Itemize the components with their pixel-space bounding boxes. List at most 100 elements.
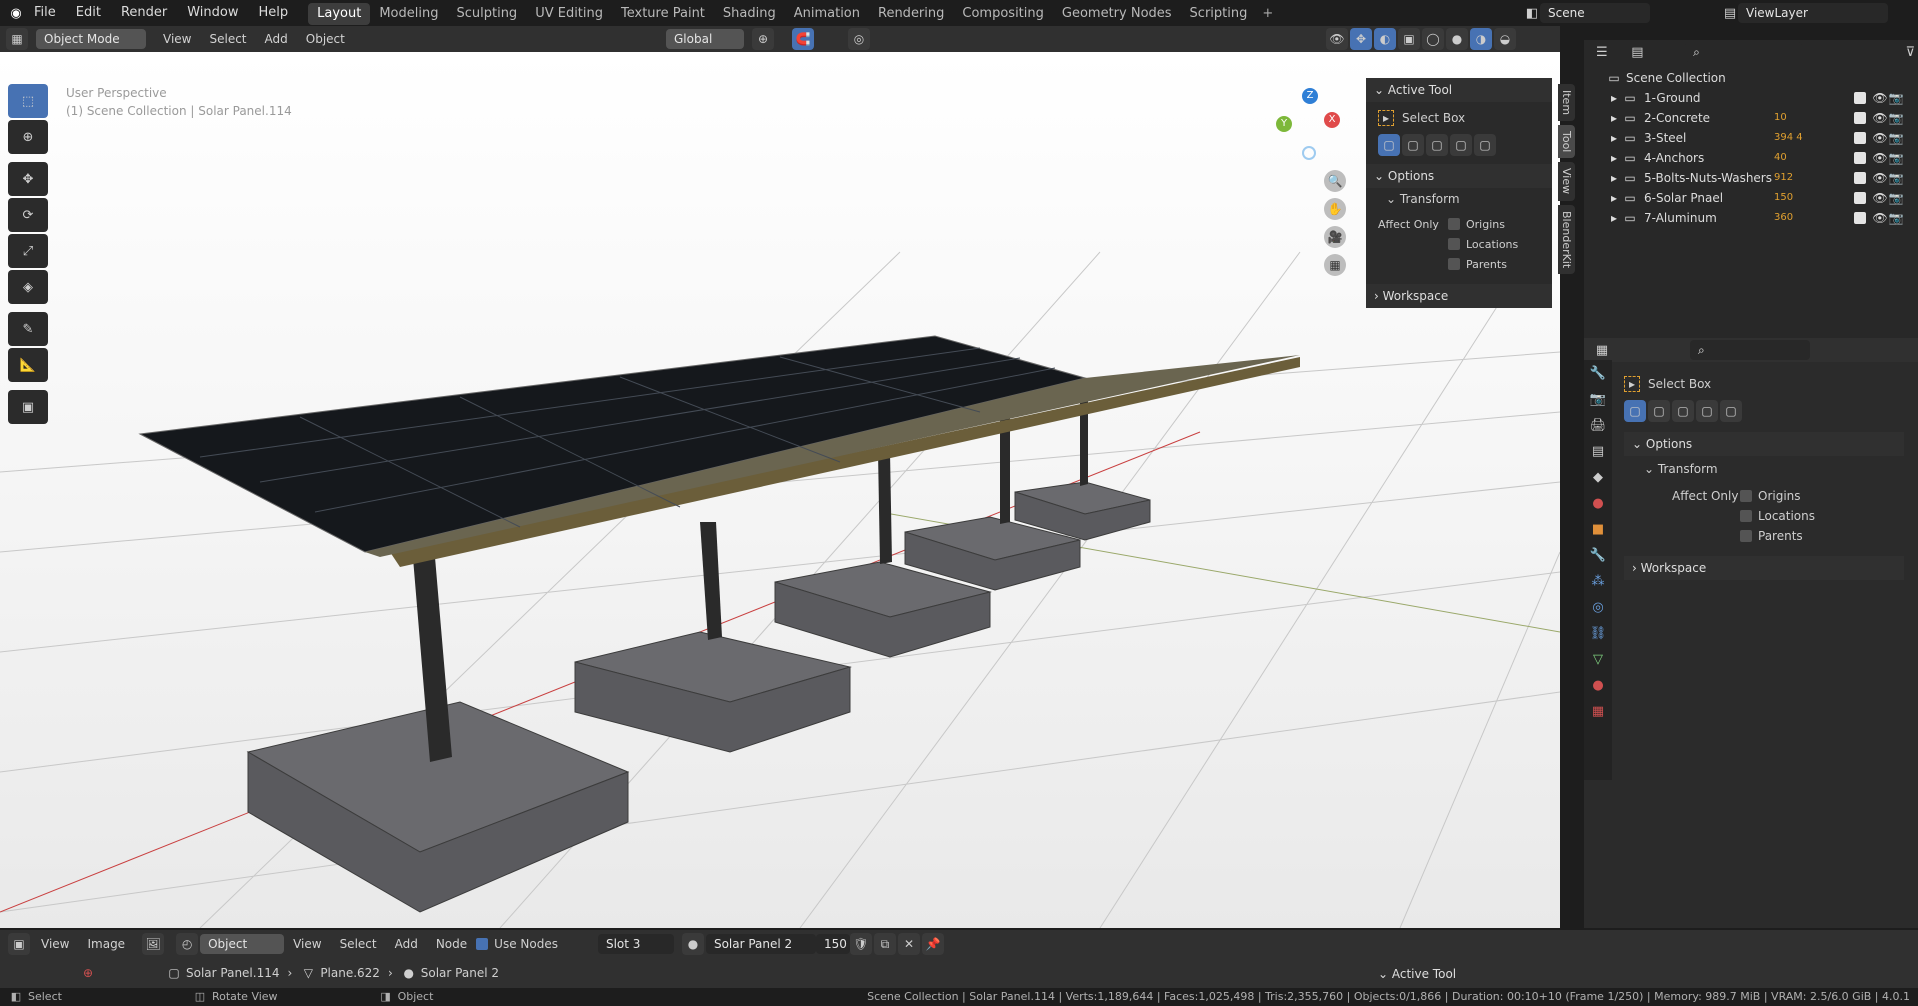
mode-subtract-icon[interactable]: ▢ xyxy=(1672,400,1694,422)
mode-subtract-icon[interactable]: ▢ xyxy=(1426,134,1448,156)
material-shading-icon[interactable]: ◑ xyxy=(1470,28,1492,50)
particles-tab-icon[interactable]: ⁂ xyxy=(1584,574,1612,600)
object-type-dropdown[interactable]: Object xyxy=(200,934,285,954)
outliner-editor-icon[interactable]: ☰ xyxy=(1594,45,1610,60)
outliner-row[interactable]: ▸ ▭ 7-Aluminum 360 👁 📷 xyxy=(1584,208,1918,228)
gizmo-icon[interactable]: ✥ xyxy=(1350,28,1372,50)
physics-tab-icon[interactable]: ◎ xyxy=(1584,600,1612,626)
outliner-row[interactable]: ▸ ▭ 3-Steel 394 4 👁 📷 xyxy=(1584,128,1918,148)
sidebar-tab-item[interactable]: Item xyxy=(1558,84,1575,122)
parents-checkbox[interactable] xyxy=(1448,258,1460,270)
gizmo-z-axis[interactable]: Z xyxy=(1302,88,1318,104)
breadcrumb-material[interactable]: Solar Panel 2 xyxy=(421,966,499,980)
viewlayer-selector[interactable]: ▤ ViewLayer xyxy=(1722,3,1888,23)
camera-render-icon[interactable]: 📷 xyxy=(1888,188,1904,208)
origins-checkbox[interactable] xyxy=(1448,218,1460,230)
exclude-checkbox[interactable] xyxy=(1854,212,1866,224)
viewport-menu-add[interactable]: Add xyxy=(256,26,297,52)
camera-render-icon[interactable]: 📷 xyxy=(1888,128,1904,148)
menu-window[interactable]: Window xyxy=(177,0,248,26)
image-editor-icon[interactable]: ▣ xyxy=(8,933,30,955)
view-layer-tab-icon[interactable]: ▤ xyxy=(1584,444,1612,470)
xray-icon[interactable]: ▣ xyxy=(1398,28,1420,50)
use-nodes-checkbox[interactable] xyxy=(476,938,489,950)
props-locations-checkbox[interactable] xyxy=(1740,510,1752,522)
gizmo-neg-z[interactable] xyxy=(1302,146,1316,160)
mode-new-icon[interactable]: ▢ xyxy=(1624,400,1646,422)
transform-icon[interactable]: ◈ xyxy=(8,270,48,304)
navigation-gizmo[interactable]: Z X Y xyxy=(1276,88,1348,168)
props-transform-header[interactable]: ⌄ Transform xyxy=(1624,456,1918,482)
cursor-icon[interactable]: ⊕ xyxy=(8,120,48,154)
modifier-tab-icon[interactable]: 🔧 xyxy=(1584,548,1612,574)
mode-new-icon[interactable]: ▢ xyxy=(1378,134,1400,156)
exclude-checkbox[interactable] xyxy=(1854,152,1866,164)
menu-render[interactable]: Render xyxy=(111,0,177,26)
filter-icon[interactable]: ⊽ xyxy=(1902,45,1918,60)
add-workspace-icon[interactable]: + xyxy=(1262,6,1273,21)
zoom-icon[interactable]: 🔍 xyxy=(1324,170,1346,192)
eye-icon[interactable]: 👁 xyxy=(1872,208,1888,228)
snap-icon[interactable]: 🧲 xyxy=(792,28,814,50)
image-browse-icon[interactable]: 🖼 xyxy=(142,933,165,955)
eye-icon[interactable]: 👁 xyxy=(1872,88,1888,108)
overlay-icon[interactable]: ◐ xyxy=(1374,28,1396,50)
solid-shading-icon[interactable]: ● xyxy=(1446,28,1468,50)
props-options-header[interactable]: ⌄ Options xyxy=(1624,432,1904,456)
visibility-icon[interactable]: 👁 xyxy=(1326,28,1348,50)
exclude-checkbox[interactable] xyxy=(1854,92,1866,104)
image-menu-image[interactable]: Image xyxy=(78,931,134,957)
viewlayer-name[interactable]: ViewLayer xyxy=(1738,3,1888,23)
tab-uv-editing[interactable]: UV Editing xyxy=(526,3,612,25)
eye-icon[interactable]: 👁 xyxy=(1872,128,1888,148)
expand-arrow-icon[interactable]: ▸ xyxy=(1606,108,1622,128)
gizmo-y-axis[interactable]: Y xyxy=(1276,116,1292,132)
camera-icon[interactable]: 🎥 xyxy=(1324,226,1346,248)
render-tab-icon[interactable]: 📷 xyxy=(1584,392,1612,418)
editor-type-icon[interactable]: ▦ xyxy=(6,28,28,50)
rendered-shading-icon[interactable]: ◒ xyxy=(1494,28,1516,50)
tab-layout[interactable]: Layout xyxy=(308,3,371,25)
add-cube-icon[interactable]: ▣ xyxy=(8,390,48,424)
eye-icon[interactable]: 👁 xyxy=(1872,108,1888,128)
constraints-tab-icon[interactable]: ⛓ xyxy=(1584,626,1612,652)
mode-dropdown[interactable]: Object Mode xyxy=(36,29,146,49)
eye-icon[interactable]: 👁 xyxy=(1872,168,1888,188)
material-tab-icon[interactable]: ● xyxy=(1584,678,1612,704)
menu-edit[interactable]: Edit xyxy=(66,0,111,26)
material-users-count[interactable]: 150 xyxy=(815,934,850,954)
node-menu-view[interactable]: View xyxy=(284,931,330,957)
props-workspace-header[interactable]: › Workspace xyxy=(1624,556,1904,580)
material-browse-icon[interactable]: ● xyxy=(681,933,704,955)
rotate-icon[interactable]: ⟳ xyxy=(8,198,48,232)
tab-scripting[interactable]: Scripting xyxy=(1181,3,1257,25)
blender-logo-icon[interactable]: ◉ xyxy=(8,6,24,21)
exclude-checkbox[interactable] xyxy=(1854,192,1866,204)
mode-invert-icon[interactable]: ▢ xyxy=(1450,134,1472,156)
menu-help[interactable]: Help xyxy=(249,0,299,26)
proportional-edit-icon[interactable]: ◎ xyxy=(848,28,870,50)
move-icon[interactable]: ✥ xyxy=(8,162,48,196)
viewport-menu-view[interactable]: View xyxy=(154,26,200,52)
active-tool-header[interactable]: ⌄ Active Tool xyxy=(1366,78,1552,102)
grid-view-icon[interactable]: ▦ xyxy=(1324,254,1346,276)
props-origins-checkbox[interactable] xyxy=(1740,490,1752,502)
sidebar-tab-tool[interactable]: Tool xyxy=(1558,125,1575,159)
mode-extend-icon[interactable]: ▢ xyxy=(1402,134,1424,156)
outliner-row[interactable]: ▸ ▭ 4-Anchors 40 👁 📷 xyxy=(1584,148,1918,168)
eye-icon[interactable]: 👁 xyxy=(1872,148,1888,168)
bottom-active-tool-header[interactable]: ⌄ Active Tool xyxy=(1370,962,1556,986)
node-menu-add[interactable]: Add xyxy=(386,931,427,957)
expand-arrow-icon[interactable]: ▸ xyxy=(1606,168,1622,188)
select-box-icon[interactable]: ⬚ xyxy=(8,84,48,118)
pin-icon[interactable]: 📌 xyxy=(921,933,944,955)
gizmo-x-axis[interactable]: X xyxy=(1324,112,1340,128)
locations-checkbox[interactable] xyxy=(1448,238,1460,250)
pan-hand-icon[interactable]: ✋ xyxy=(1324,198,1346,220)
scale-icon[interactable]: ⤢ xyxy=(8,234,48,268)
unlink-material-icon[interactable]: ✕ xyxy=(897,933,920,955)
expand-arrow-icon[interactable]: ▸ xyxy=(1606,188,1622,208)
expand-arrow-icon[interactable]: ▸ xyxy=(1606,148,1622,168)
menu-file[interactable]: File xyxy=(24,0,66,26)
breadcrumb-mesh[interactable]: Plane.622 xyxy=(320,966,380,980)
